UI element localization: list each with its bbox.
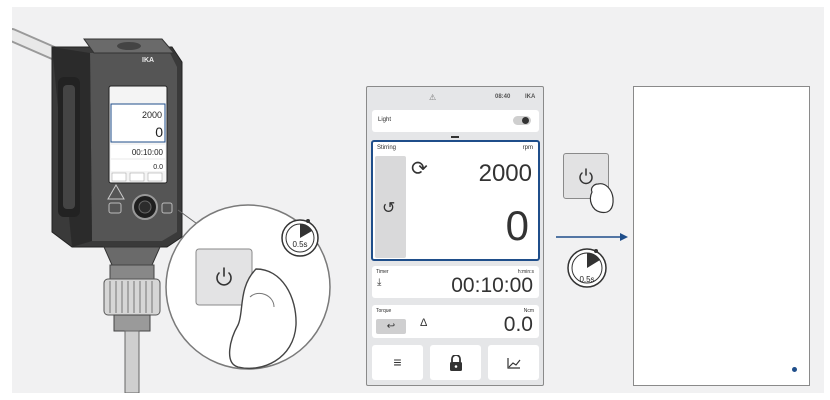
screen-off-display (633, 86, 810, 386)
instruction-figure: IKA 2000 0 00:10:00 0.0 0.5s ⚠ 08:40 IKA… (0, 0, 830, 400)
standby-indicator (792, 367, 797, 372)
finger-icon (589, 183, 614, 214)
arrow-right-icon (556, 233, 628, 241)
hold-duration-label: 0.5s (579, 275, 594, 284)
power-icon (579, 168, 593, 185)
stopwatch-icon: 0.5s (567, 248, 607, 288)
